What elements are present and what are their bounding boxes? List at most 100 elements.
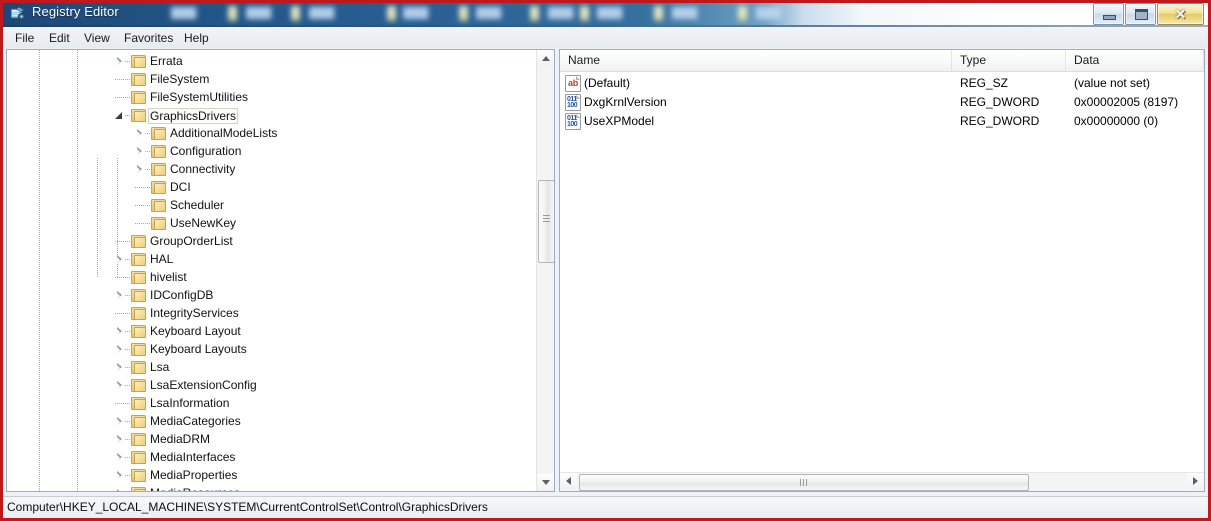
value-type: REG_SZ	[960, 76, 1009, 90]
tree-item-additionalmodelists[interactable]: AdditionalModeLists	[7, 124, 537, 142]
tree-item-lsaextensionconfig[interactable]: LsaExtensionConfig	[7, 376, 537, 394]
expand-arrow-closed-icon[interactable]	[115, 381, 124, 390]
tree-item-errata[interactable]: Errata	[7, 52, 537, 70]
expand-arrow-closed-icon[interactable]	[115, 327, 124, 336]
folder-icon	[131, 324, 146, 338]
taskbar-item-label: ████	[548, 3, 573, 24]
title-bar: ████ ████ ████ ████ ████ ████ ████ ████ ████ Reg…	[3, 0, 1208, 27]
menu-view[interactable]: View	[78, 30, 116, 46]
tree-item-filesystem[interactable]: FileSystem	[7, 70, 537, 88]
tree-item-mediainterfaces[interactable]: MediaInterfaces	[7, 448, 537, 466]
menu-edit[interactable]: Edit	[43, 30, 76, 46]
scroll-down-button[interactable]	[537, 474, 554, 491]
expand-arrow-closed-icon[interactable]	[135, 129, 144, 138]
expand-arrow-closed-icon[interactable]	[115, 453, 124, 462]
tree-item-filesystemutilities[interactable]: FileSystemUtilities	[7, 88, 537, 106]
tree-item-label: Errata	[150, 54, 183, 68]
expand-arrow-closed-icon[interactable]	[115, 489, 124, 491]
tree-item-label: Configuration	[170, 144, 242, 158]
expand-arrow-closed-icon[interactable]	[115, 345, 124, 354]
expand-arrow-closed-icon[interactable]	[115, 363, 124, 372]
minimize-button[interactable]	[1093, 3, 1124, 25]
folder-icon	[131, 378, 146, 392]
taskbar-glow-icon	[291, 6, 300, 21]
taskbar-glow-icon	[387, 6, 396, 21]
menu-file[interactable]: File	[9, 30, 40, 46]
taskbar-glow-icon	[738, 6, 747, 21]
folder-icon	[131, 360, 146, 374]
registry-tree-pane[interactable]: Errata FileSystem FileSystemUtilities Graph…	[6, 49, 555, 492]
tree-item-label: MediaResources	[148, 486, 242, 491]
expand-arrow-closed-icon[interactable]	[135, 147, 144, 156]
expand-arrow-closed-icon[interactable]	[135, 165, 144, 174]
taskbar-item-icon	[459, 3, 471, 24]
tree-scrollbar-thumb[interactable]	[538, 180, 554, 263]
tree-item-label: GroupOrderList	[150, 234, 233, 248]
close-button[interactable]: ✕	[1157, 3, 1204, 25]
tree-item-dci[interactable]: DCI	[7, 178, 537, 196]
tree-item-grouporderlist[interactable]: GroupOrderList	[7, 232, 537, 250]
close-icon: ✕	[1174, 5, 1187, 22]
expand-arrow-closed-icon[interactable]	[115, 435, 124, 444]
tree-item-keyboard-layouts[interactable]: Keyboard Layouts	[7, 340, 537, 358]
taskbar-label-text: ████	[246, 8, 271, 19]
tree-item-idconfigdb[interactable]: IDConfigDB	[7, 286, 537, 304]
tree-item-keyboard-layout[interactable]: Keyboard Layout	[7, 322, 537, 340]
folder-icon	[151, 180, 166, 194]
tree-item-lsa[interactable]: Lsa	[7, 358, 537, 376]
column-header-type[interactable]: Type	[952, 50, 1066, 71]
expand-arrow-closed-icon[interactable]	[115, 57, 124, 66]
expand-arrow-closed-icon[interactable]	[115, 291, 124, 300]
values-horizontal-scrollbar[interactable]	[560, 472, 1204, 491]
column-header-data[interactable]: Data	[1066, 50, 1204, 71]
taskbar-item-label: ████	[246, 3, 280, 24]
expand-arrow-closed-icon[interactable]	[115, 417, 124, 426]
scroll-left-button[interactable]	[560, 473, 577, 490]
tree-item-integrityservices[interactable]: IntegrityServices	[7, 304, 537, 322]
scroll-right-button[interactable]	[1187, 473, 1204, 490]
value-row[interactable]: 011 100 UseXPModel REG_DWORD 0x00000000 (0)	[560, 112, 1204, 131]
scroll-up-button[interactable]	[537, 50, 554, 67]
tree-item-usenewkey[interactable]: UseNewKey	[7, 214, 537, 232]
status-bar: Computer\HKEY_LOCAL_MACHINE\SYSTEM\Curre…	[3, 496, 1208, 518]
folder-icon	[131, 306, 146, 320]
value-name: (Default)	[584, 76, 631, 90]
values-scrollbar-thumb[interactable]	[579, 474, 1029, 491]
tree-item-mediaproperties[interactable]: MediaProperties	[7, 466, 537, 484]
taskbar-label-text: ████	[756, 8, 781, 19]
folder-icon	[131, 468, 146, 482]
tree-item-label: Keyboard Layouts	[150, 342, 247, 356]
folder-icon	[131, 450, 146, 464]
tree-item-scheduler[interactable]: Scheduler	[7, 196, 537, 214]
tree-item-label: hivelist	[150, 270, 187, 284]
column-header-name[interactable]: Name	[560, 50, 952, 71]
value-row[interactable]: 011 100 DxgKrnlVersion REG_DWORD 0x00002005 …	[560, 93, 1204, 112]
tree-item-label: FileSystemUtilities	[150, 90, 249, 104]
tree-vertical-scrollbar[interactable]	[536, 50, 554, 491]
taskbar-item-icon	[654, 3, 666, 24]
menu-favorites[interactable]: Favorites	[118, 30, 179, 46]
taskbar-label-text: ████	[476, 8, 501, 19]
taskbar-item-label: ████	[403, 3, 453, 24]
registry-values-pane[interactable]: Name Type Data ab (Default) REG_SZ (value not…	[559, 49, 1205, 492]
maximize-icon	[1135, 9, 1148, 20]
tree-item-mediadrm[interactable]: MediaDRM	[7, 430, 537, 448]
tree-item-lsainformation[interactable]: LsaInformation	[7, 394, 537, 412]
tree-item-mediacategories[interactable]: MediaCategories	[7, 412, 537, 430]
tree-item-connectivity[interactable]: Connectivity	[7, 160, 537, 178]
tree-item-configuration[interactable]: Configuration	[7, 142, 537, 160]
value-name: UseXPModel	[584, 114, 655, 128]
tree-item-mediaresources[interactable]: MediaResources	[7, 484, 537, 491]
expand-arrow-closed-icon[interactable]	[115, 471, 124, 480]
folder-icon	[131, 270, 146, 284]
value-row[interactable]: ab (Default) REG_SZ (value not set)	[560, 74, 1204, 93]
expand-arrow-closed-icon[interactable]	[115, 255, 124, 264]
taskbar-item-label: ████	[756, 3, 796, 24]
tree-item-graphicsdrivers[interactable]: GraphicsDrivers	[7, 106, 537, 124]
expand-arrow-open-icon[interactable]	[115, 111, 124, 120]
folder-icon	[151, 144, 166, 158]
maximize-button[interactable]	[1125, 3, 1156, 25]
tree-item-hal[interactable]: HAL	[7, 250, 537, 268]
tree-item-hivelist[interactable]: hivelist	[7, 268, 537, 286]
menu-help[interactable]: Help	[178, 30, 215, 46]
